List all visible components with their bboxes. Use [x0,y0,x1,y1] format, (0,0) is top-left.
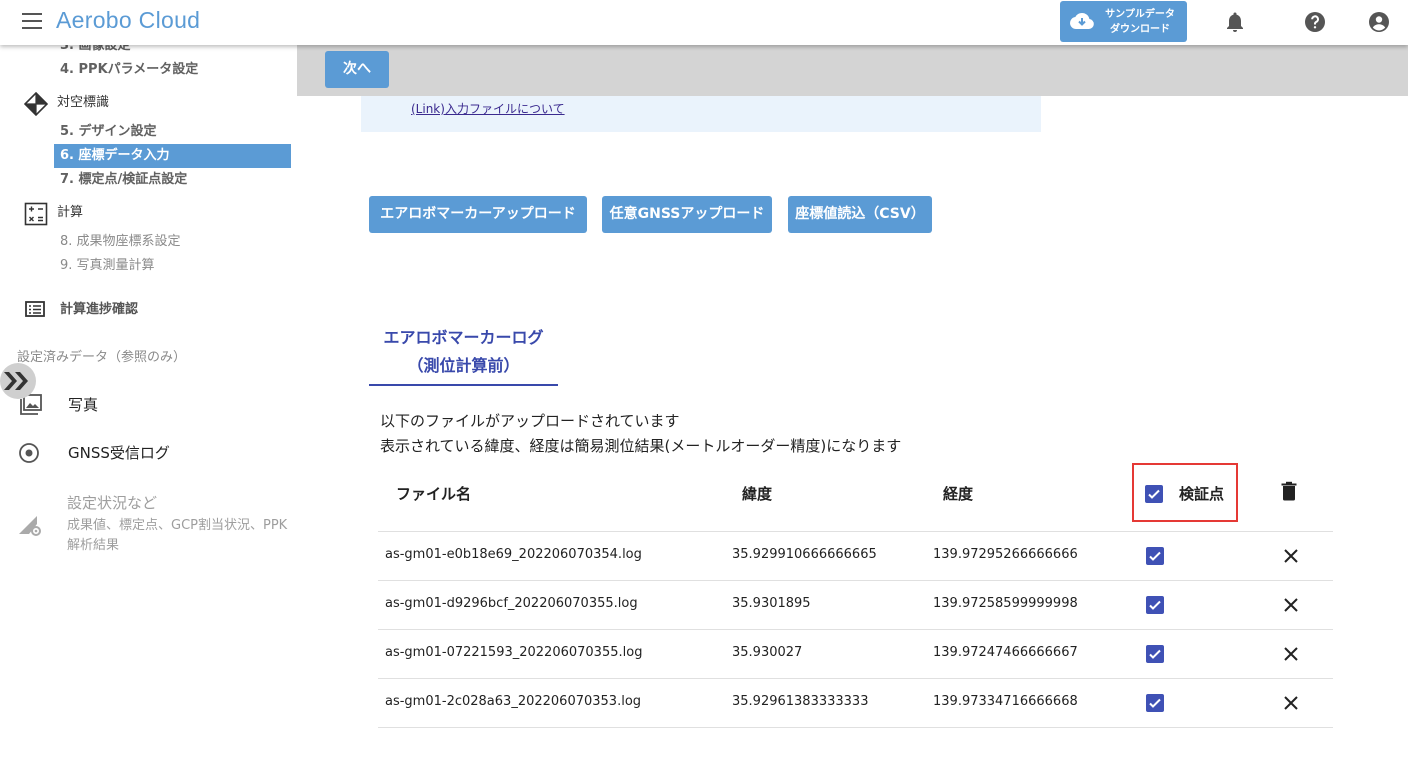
sidebar-item-coordinate-input[interactable]: 6. 座標データ入力 [54,144,291,168]
tab-marker-log[interactable]: エアロボマーカーログ （測位計算前） [369,324,558,386]
account-icon[interactable] [1367,10,1391,34]
next-button[interactable]: 次へ [325,51,389,88]
status-description: 成果値、標定点、GCP割当状況、PPK解析結果 [67,518,288,553]
lat-cell: 35.929910666666665 [732,547,877,562]
checkmark-icon [1149,600,1161,610]
sidebar-section-gcp-label: 対空標識 [57,95,110,110]
action-bar [297,45,1408,96]
target-diamond-icon [24,92,48,116]
close-icon[interactable] [1281,595,1301,615]
sidebar-section-calc-label: 計算 [57,205,84,220]
table-divider [378,580,1333,581]
cloud-download-icon [1070,12,1094,30]
import-csv-button[interactable]: 座標値読込（CSV） [788,196,932,233]
checkmark-icon [1149,698,1161,708]
file-name-cell: as-gm01-e0b18e69_202206070354.log [385,547,642,562]
select-all-check-checkbox[interactable] [1145,485,1163,503]
check-point-checkbox[interactable] [1146,547,1164,565]
lat-cell: 35.930027 [732,645,803,660]
double-chevron-right-icon [4,372,28,390]
trash-icon[interactable] [1279,481,1299,501]
sample-download-label-line2: ダウンロード [1110,24,1170,35]
lat-cell: 35.9301895 [732,596,811,611]
list-icon [25,301,45,317]
sidebar-item-ppk-params[interactable]: 4. PPKパラメータ設定 [60,58,198,82]
app-title: Aerobo Cloud [56,7,201,33]
file-name-cell: as-gm01-d9296bcf_202206070355.log [385,596,638,611]
file-name-cell: as-gm01-2c028a63_202206070353.log [385,694,642,709]
table-divider [378,727,1333,728]
tab-marker-log-line1: エアロボマーカーログ [383,328,544,347]
close-icon[interactable] [1281,644,1301,664]
sidebar-item-gnss-log-label: GNSS受信ログ [68,444,170,462]
app-bar: Aerobo Cloud サンプルデータ ダウンロード [0,0,1408,45]
status-title: 設定状況など [67,494,158,512]
sidebar-item-photogrammetry[interactable]: 9. 写真測量計算 [60,254,155,278]
sidebar-collapse-button[interactable] [0,363,36,399]
sidebar-item-photos-label: 写真 [68,396,99,414]
upload-description-line1: 以下のファイルがアップロードされています [380,412,680,430]
input-file-info-link[interactable]: (Link)入力ファイルについて [411,100,565,117]
file-name-cell: as-gm01-07221593_202206070355.log [385,645,643,660]
sample-data-download-button[interactable]: サンプルデータ ダウンロード [1060,1,1187,42]
close-icon[interactable] [1281,546,1301,566]
hamburger-menu-icon[interactable] [22,13,42,29]
sidebar-item-gcp-check-points[interactable]: 7. 標定点/検証点設定 [60,168,187,192]
calculator-icon [24,202,48,226]
table-divider [378,531,1333,532]
tab-marker-log-line2: （測位計算前） [407,356,520,375]
close-icon[interactable] [1281,693,1301,713]
help-icon[interactable] [1303,10,1327,34]
column-header-file: ファイル名 [396,485,472,503]
reference-data-heading: 設定済みデータ（参照のみ） [17,350,187,365]
lat-cell: 35.92961383333333 [732,694,869,709]
check-point-checkbox[interactable] [1146,596,1164,614]
check-point-checkbox[interactable] [1146,645,1164,663]
upload-description-line2: 表示されている緯度、経度は簡易測位結果(メートルオーダー精度)になります [380,437,902,455]
lon-cell: 139.97247466666667 [933,645,1078,660]
lon-cell: 139.97258599999998 [933,596,1078,611]
column-header-check: 検証点 [1179,485,1225,503]
bell-icon[interactable] [1223,10,1247,34]
radio-button-icon [19,443,39,463]
checkmark-icon [1148,489,1160,499]
column-header-lon: 経度 [943,485,974,503]
table-divider [378,629,1333,630]
checkmark-icon [1149,649,1161,659]
lon-cell: 139.97334716666668 [933,694,1078,709]
upload-marker-button[interactable]: エアロボマーカーアップロード [369,196,587,233]
sidebar-progress-check-label: 計算進捗確認 [60,302,139,317]
checkmark-icon [1149,551,1161,561]
upload-gnss-button[interactable]: 任意GNSSアップロード [602,196,772,233]
lon-cell: 139.97295266666666 [933,547,1078,562]
sample-download-label-line1: サンプルデータ [1105,9,1175,20]
sidebar-item-design[interactable]: 5. デザイン設定 [60,120,157,144]
column-header-lat: 緯度 [742,485,773,503]
sidebar-item-output-crs[interactable]: 8. 成果物座標系設定 [60,230,181,254]
check-point-checkbox[interactable] [1146,694,1164,712]
table-divider [378,678,1333,679]
sidebar: 3. 画像設定 4. PPKパラメータ設定 対空標識 5. デザイン設定 6. … [0,38,297,765]
signal-settings-icon [19,516,41,536]
